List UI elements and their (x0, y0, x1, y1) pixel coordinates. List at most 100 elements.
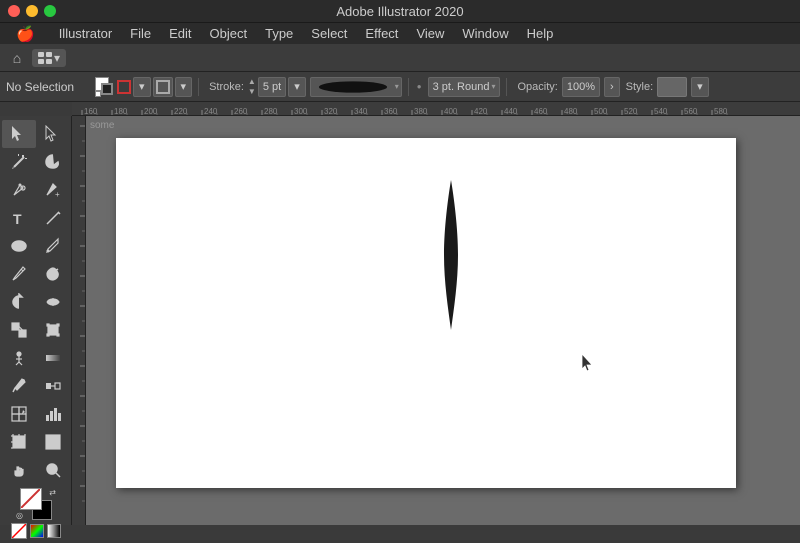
tool-shaper[interactable] (36, 260, 70, 288)
stroke-arrows[interactable]: ▲ ▼ (248, 77, 256, 97)
tool-free-transform[interactable] (36, 316, 70, 344)
tool-lasso[interactable] (36, 148, 70, 176)
svg-text:340: 340 (354, 107, 368, 116)
tool-paintbrush[interactable] (36, 232, 70, 260)
tool-live-paint[interactable] (2, 400, 36, 428)
none-color-box[interactable] (11, 523, 27, 539)
brush-stroke-preview (313, 78, 393, 96)
menu-file[interactable]: File (122, 24, 159, 43)
menu-select[interactable]: Select (303, 24, 355, 43)
variable-width-dropdown[interactable]: 3 pt. Round ▾ (428, 77, 501, 97)
tool-gradient[interactable] (36, 344, 70, 372)
opacity-text-label: Opacity: (517, 81, 557, 93)
tool-direct-selection[interactable] (36, 120, 70, 148)
tool-blend[interactable] (36, 372, 70, 400)
tool-type[interactable]: T (2, 204, 36, 232)
tool-scale[interactable] (2, 316, 36, 344)
foreground-color-chip[interactable] (20, 488, 42, 510)
tool-ellipse[interactable] (2, 232, 36, 260)
svg-text:380: 380 (414, 107, 428, 116)
minimize-button[interactable] (26, 5, 38, 17)
stroke-value-input[interactable]: 5 pt (258, 77, 286, 97)
gradient-mode-icon[interactable] (47, 524, 61, 538)
workspace-switcher[interactable]: ▾ (32, 49, 66, 67)
swap-colors-icon[interactable]: ⇄ (49, 488, 56, 497)
maximize-button[interactable] (44, 5, 56, 17)
home-button[interactable]: ⌂ (6, 47, 28, 69)
stroke-unit-dropdown[interactable]: ▾ (288, 77, 306, 97)
tool-zoom[interactable] (36, 456, 70, 484)
chevron-down-icon-2: ▾ (181, 80, 187, 93)
tool-hand[interactable] (2, 456, 36, 484)
tool-pen[interactable] (2, 176, 36, 204)
separator-3 (506, 78, 507, 96)
tool-warp[interactable] (36, 288, 70, 316)
svg-text:320: 320 (324, 107, 338, 116)
main-layout: + T (0, 116, 800, 525)
color-dropdown-btn[interactable]: ▾ (133, 77, 151, 97)
menu-window[interactable]: Window (454, 24, 516, 43)
style-dropdown[interactable] (657, 77, 687, 97)
reset-colors-icon[interactable]: ◎ (16, 511, 23, 520)
svg-text:500: 500 (594, 107, 608, 116)
svg-text:260: 260 (234, 107, 248, 116)
tool-pencil[interactable] (2, 260, 36, 288)
menu-object[interactable]: Object (202, 24, 256, 43)
stroke-color-group[interactable]: ▾ ▾ (95, 77, 192, 97)
color-mode-row (11, 523, 61, 539)
style-chevron-btn[interactable]: ▾ (691, 77, 709, 97)
menu-edit[interactable]: Edit (161, 24, 199, 43)
svg-text:220: 220 (174, 107, 188, 116)
tool-slice[interactable] (36, 428, 70, 456)
svg-text:400: 400 (444, 107, 458, 116)
workspace-chevron: ▾ (54, 51, 60, 65)
opacity-value-text: 100% (567, 81, 595, 93)
dot-separator: ● (417, 82, 422, 91)
tool-rotate[interactable] (2, 288, 36, 316)
chevron-down-icon-4: ▾ (697, 80, 703, 93)
color-chips-group[interactable]: ⇄ ◎ (16, 488, 56, 520)
svg-text:300: 300 (294, 107, 308, 116)
stroke-style-icon[interactable] (153, 77, 173, 97)
svg-text:440: 440 (504, 107, 518, 116)
svg-text:T: T (13, 211, 22, 227)
close-button[interactable] (8, 5, 20, 17)
tool-eyedropper[interactable] (2, 372, 36, 400)
svg-text:+: + (55, 190, 60, 199)
stroke-text-label: Stroke: (209, 81, 244, 93)
canvas-area[interactable]: some (86, 116, 800, 525)
apple-menu[interactable]: 🍎 (8, 23, 43, 45)
menu-help[interactable]: Help (519, 24, 562, 43)
stroke-color-box[interactable] (117, 80, 131, 94)
stroke-style-dropdown-btn[interactable]: ▾ (175, 77, 193, 97)
title-bar: Adobe Illustrator 2020 (0, 0, 800, 22)
window-title: Adobe Illustrator 2020 (336, 4, 463, 19)
svg-text:460: 460 (534, 107, 548, 116)
menu-illustrator[interactable]: Illustrator (51, 24, 120, 43)
svg-text:280: 280 (264, 107, 278, 116)
menu-view[interactable]: View (408, 24, 452, 43)
stroke-value-text: 5 pt (263, 81, 281, 93)
artboard[interactable] (116, 138, 736, 488)
color-mode-icon[interactable] (30, 524, 44, 538)
color-mode-icon[interactable] (117, 80, 131, 94)
menu-effect[interactable]: Effect (357, 24, 406, 43)
tool-selection[interactable] (2, 120, 36, 148)
tool-line[interactable] (36, 204, 70, 232)
svg-text:580: 580 (714, 107, 728, 116)
brush-preview-dropdown[interactable]: ▾ (310, 77, 402, 97)
fill-stroke-icon[interactable] (95, 77, 115, 97)
tool-column-graph[interactable] (36, 400, 70, 428)
tool-add-anchor[interactable]: + (36, 176, 70, 204)
menu-type[interactable]: Type (257, 24, 301, 43)
style-text-label: Style: (626, 81, 654, 93)
tool-magic-wand[interactable] (2, 148, 36, 176)
tool-puppet-warp[interactable] (2, 344, 36, 372)
opacity-input[interactable]: 100% (562, 77, 600, 97)
stroke-stepper[interactable]: ▲ ▼ 5 pt ▾ (248, 77, 306, 97)
stroke-down-arrow[interactable]: ▼ (248, 87, 256, 97)
opacity-dropdown[interactable]: › (604, 77, 620, 97)
stroke-up-arrow[interactable]: ▲ (248, 77, 256, 87)
ruler-content: 160 180 200 220 240 260 280 300 320 340 (72, 102, 800, 115)
tool-artboard[interactable] (2, 428, 36, 456)
